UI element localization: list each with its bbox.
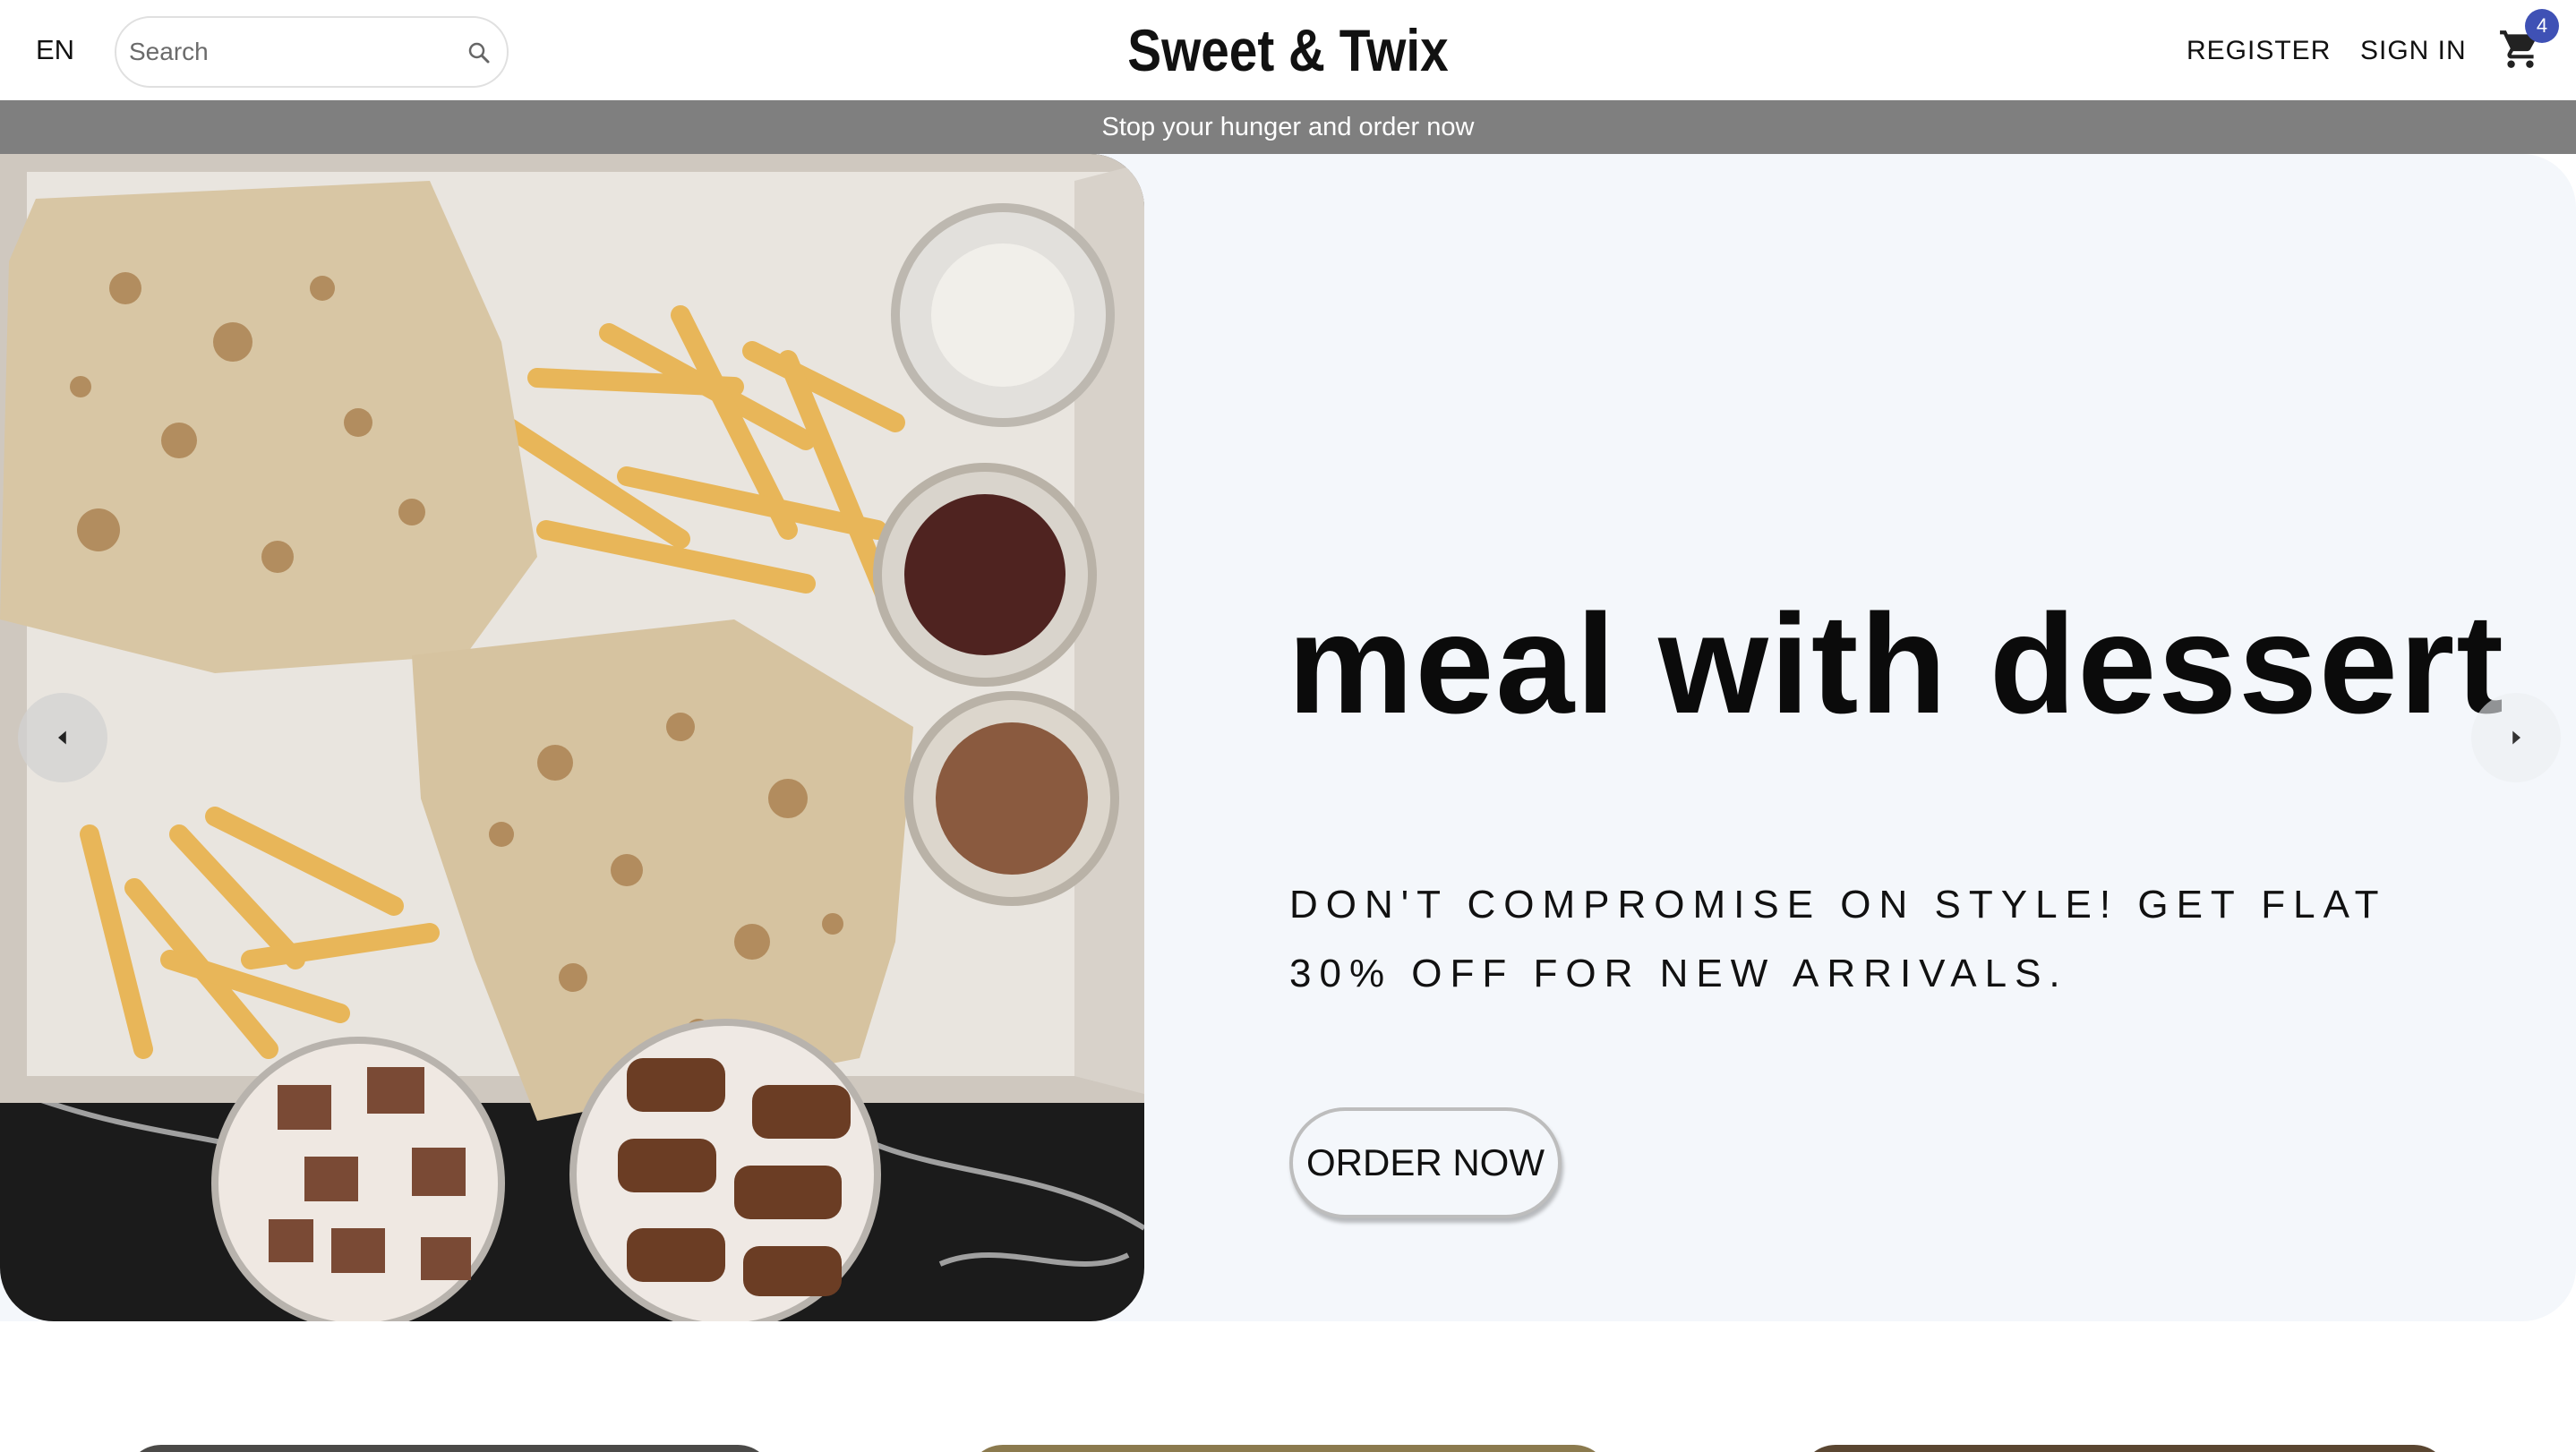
hero-subtitle: DON'T COMPROMISE ON STYLE! GET FLAT 30% …	[1289, 883, 2386, 995]
register-link[interactable]: REGISTER	[2187, 36, 2331, 66]
category-card[interactable]	[1800, 1445, 2450, 1452]
search-box[interactable]	[115, 16, 509, 88]
announcement-bar: Stop your hunger and order now	[0, 100, 2576, 154]
chevron-left-icon	[58, 730, 66, 745]
carousel-prev-button[interactable]	[18, 693, 107, 782]
cart-count-badge: 4	[2525, 9, 2559, 43]
order-now-button[interactable]: ORDER NOW	[1289, 1107, 1562, 1218]
signin-link[interactable]: SIGN IN	[2360, 36, 2467, 66]
navbar: EN Sweet & Twix REGISTER SIGN IN 4	[0, 0, 2576, 100]
hero-banner: meal with dessert DON'T COMPROMISE ON ST…	[0, 154, 2576, 1321]
brand-logo[interactable]: Sweet & Twix	[180, 16, 2395, 84]
category-card[interactable]	[967, 1445, 1610, 1452]
category-card[interactable]	[125, 1445, 774, 1452]
search-icon[interactable]	[466, 39, 492, 66]
chevron-right-icon	[2512, 730, 2520, 745]
search-input[interactable]	[129, 30, 451, 73]
category-cards-row	[0, 1432, 2576, 1452]
hero-food-image	[0, 154, 1144, 1321]
language-selector[interactable]: EN	[36, 34, 74, 66]
carousel-next-button[interactable]	[2471, 693, 2561, 782]
hero-title: meal with dessert	[1288, 585, 2505, 743]
